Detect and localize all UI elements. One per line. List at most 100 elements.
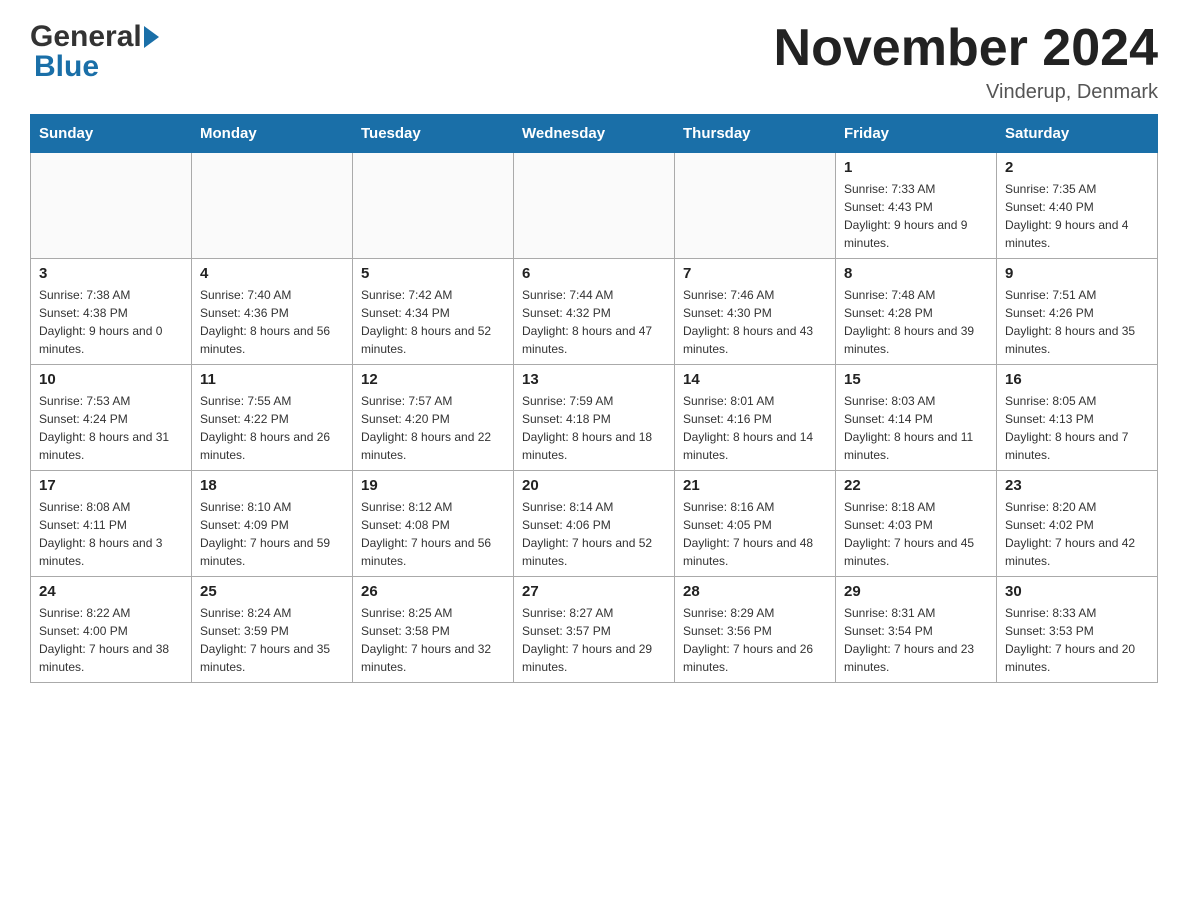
table-row: 5Sunrise: 7:42 AMSunset: 4:34 PMDaylight… bbox=[353, 259, 514, 365]
table-row: 25 Sunrise: 8:24 AMSunset: 3:59 PMDayligh… bbox=[192, 577, 353, 683]
table-row: 21 Sunrise: 8:16 AMSunset: 4:05 PMDayligh… bbox=[675, 471, 836, 577]
day-number: 14 bbox=[683, 371, 827, 388]
day-info: Sunrise: 8:20 AMSunset: 4:02 PMDaylight:… bbox=[1005, 498, 1149, 570]
day-number: 20 bbox=[522, 477, 666, 494]
day-info: Sunrise: 8:24 AMSunset: 3:59 PMDaylight:… bbox=[200, 604, 344, 676]
col-wednesday: Wednesday bbox=[514, 115, 675, 153]
day-info: Sunrise: 7:55 AMSunset: 4:22 PMDaylight:… bbox=[200, 392, 344, 464]
calendar-week-row: 1Sunrise: 7:33 AMSunset: 4:43 PMDaylight… bbox=[31, 153, 1158, 259]
location-text: Vinderup, Denmark bbox=[774, 81, 1158, 104]
table-row: 4 Sunrise: 7:40 AMSunset: 4:36 PMDaylight… bbox=[192, 259, 353, 365]
day-info: Sunrise: 8:29 AMSunset: 3:56 PMDaylight:… bbox=[683, 604, 827, 676]
table-row: 10 Sunrise: 7:53 AMSunset: 4:24 PMDayligh… bbox=[31, 365, 192, 471]
day-info: Sunrise: 7:57 AMSunset: 4:20 PMDaylight:… bbox=[361, 392, 505, 464]
day-info: Sunrise: 8:14 AMSunset: 4:06 PMDaylight:… bbox=[522, 498, 666, 570]
table-row: 19 Sunrise: 8:12 AMSunset: 4:08 PMDayligh… bbox=[353, 471, 514, 577]
day-number: 13 bbox=[522, 371, 666, 388]
day-info: Sunrise: 8:12 AMSunset: 4:08 PMDaylight:… bbox=[361, 498, 505, 570]
month-title: November 2024 bbox=[774, 20, 1158, 77]
day-number: 15 bbox=[844, 371, 988, 388]
table-row: 16 Sunrise: 8:05 AMSunset: 4:13 PMDayligh… bbox=[997, 365, 1158, 471]
day-info: Sunrise: 7:44 AMSunset: 4:32 PMDaylight:… bbox=[522, 286, 666, 358]
table-row: 30 Sunrise: 8:33 AMSunset: 3:53 PMDayligh… bbox=[997, 577, 1158, 683]
day-info: Sunrise: 8:05 AMSunset: 4:13 PMDaylight:… bbox=[1005, 392, 1149, 464]
day-info: Sunrise: 7:38 AMSunset: 4:38 PMDaylight:… bbox=[39, 286, 183, 358]
calendar-week-row: 24Sunrise: 8:22 AMSunset: 4:00 PMDayligh… bbox=[31, 577, 1158, 683]
logo-blue-text: Blue bbox=[34, 50, 99, 84]
day-info: Sunrise: 8:10 AMSunset: 4:09 PMDaylight:… bbox=[200, 498, 344, 570]
day-info: Sunrise: 8:25 AMSunset: 3:58 PMDaylight:… bbox=[361, 604, 505, 676]
day-number: 3 bbox=[39, 265, 183, 282]
day-number: 4 bbox=[200, 265, 344, 282]
title-area: November 2024 Vinderup, Denmark bbox=[774, 20, 1158, 104]
day-info: Sunrise: 7:51 AMSunset: 4:26 PMDaylight:… bbox=[1005, 286, 1149, 358]
day-info: Sunrise: 7:53 AMSunset: 4:24 PMDaylight:… bbox=[39, 392, 183, 464]
table-row: 3 Sunrise: 7:38 AMSunset: 4:38 PMDaylight… bbox=[31, 259, 192, 365]
page-header: General Blue November 2024 Vinderup, Den… bbox=[30, 20, 1158, 104]
table-row: 12 Sunrise: 7:57 AMSunset: 4:20 PMDayligh… bbox=[353, 365, 514, 471]
calendar-week-row: 3 Sunrise: 7:38 AMSunset: 4:38 PMDaylight… bbox=[31, 259, 1158, 365]
table-row: 20 Sunrise: 8:14 AMSunset: 4:06 PMDayligh… bbox=[514, 471, 675, 577]
day-number: 25 bbox=[200, 583, 344, 600]
col-monday: Monday bbox=[192, 115, 353, 153]
day-info: Sunrise: 8:08 AMSunset: 4:11 PMDaylight:… bbox=[39, 498, 183, 570]
day-number: 24 bbox=[39, 583, 183, 600]
day-number: 17 bbox=[39, 477, 183, 494]
day-number: 23 bbox=[1005, 477, 1149, 494]
day-number: 16 bbox=[1005, 371, 1149, 388]
calendar-week-row: 17 Sunrise: 8:08 AMSunset: 4:11 PMDayligh… bbox=[31, 471, 1158, 577]
table-row: 27Sunrise: 8:27 AMSunset: 3:57 PMDayligh… bbox=[514, 577, 675, 683]
table-row: 11Sunrise: 7:55 AMSunset: 4:22 PMDayligh… bbox=[192, 365, 353, 471]
table-row: 29 Sunrise: 8:31 AMSunset: 3:54 PMDayligh… bbox=[836, 577, 997, 683]
col-tuesday: Tuesday bbox=[353, 115, 514, 153]
table-row bbox=[514, 153, 675, 259]
day-info: Sunrise: 8:01 AMSunset: 4:16 PMDaylight:… bbox=[683, 392, 827, 464]
day-number: 12 bbox=[361, 371, 505, 388]
table-row bbox=[31, 153, 192, 259]
calendar-table: Sunday Monday Tuesday Wednesday Thursday… bbox=[30, 114, 1158, 683]
day-info: Sunrise: 8:03 AMSunset: 4:14 PMDaylight:… bbox=[844, 392, 988, 464]
table-row: 9 Sunrise: 7:51 AMSunset: 4:26 PMDaylight… bbox=[997, 259, 1158, 365]
col-sunday: Sunday bbox=[31, 115, 192, 153]
day-info: Sunrise: 7:48 AMSunset: 4:28 PMDaylight:… bbox=[844, 286, 988, 358]
day-info: Sunrise: 8:31 AMSunset: 3:54 PMDaylight:… bbox=[844, 604, 988, 676]
table-row: 13 Sunrise: 7:59 AMSunset: 4:18 PMDayligh… bbox=[514, 365, 675, 471]
col-friday: Friday bbox=[836, 115, 997, 153]
day-number: 10 bbox=[39, 371, 183, 388]
day-number: 21 bbox=[683, 477, 827, 494]
table-row: 22 Sunrise: 8:18 AMSunset: 4:03 PMDayligh… bbox=[836, 471, 997, 577]
table-row bbox=[675, 153, 836, 259]
day-info: Sunrise: 7:59 AMSunset: 4:18 PMDaylight:… bbox=[522, 392, 666, 464]
logo-triangle-icon bbox=[144, 26, 159, 48]
day-number: 30 bbox=[1005, 583, 1149, 600]
day-number: 9 bbox=[1005, 265, 1149, 282]
col-saturday: Saturday bbox=[997, 115, 1158, 153]
day-number: 5 bbox=[361, 265, 505, 282]
table-row: 6Sunrise: 7:44 AMSunset: 4:32 PMDaylight… bbox=[514, 259, 675, 365]
table-row: 17 Sunrise: 8:08 AMSunset: 4:11 PMDayligh… bbox=[31, 471, 192, 577]
day-info: Sunrise: 7:46 AMSunset: 4:30 PMDaylight:… bbox=[683, 286, 827, 358]
day-info: Sunrise: 8:16 AMSunset: 4:05 PMDaylight:… bbox=[683, 498, 827, 570]
calendar-week-row: 10 Sunrise: 7:53 AMSunset: 4:24 PMDayligh… bbox=[31, 365, 1158, 471]
table-row: 7 Sunrise: 7:46 AMSunset: 4:30 PMDaylight… bbox=[675, 259, 836, 365]
table-row: 8Sunrise: 7:48 AMSunset: 4:28 PMDaylight… bbox=[836, 259, 997, 365]
table-row: 23 Sunrise: 8:20 AMSunset: 4:02 PMDayligh… bbox=[997, 471, 1158, 577]
day-info: Sunrise: 7:35 AMSunset: 4:40 PMDaylight:… bbox=[1005, 180, 1149, 252]
day-number: 22 bbox=[844, 477, 988, 494]
calendar-header-row: Sunday Monday Tuesday Wednesday Thursday… bbox=[31, 115, 1158, 153]
table-row: 15 Sunrise: 8:03 AMSunset: 4:14 PMDayligh… bbox=[836, 365, 997, 471]
table-row: 18Sunrise: 8:10 AMSunset: 4:09 PMDayligh… bbox=[192, 471, 353, 577]
logo-general-text: General bbox=[30, 20, 142, 54]
day-info: Sunrise: 7:40 AMSunset: 4:36 PMDaylight:… bbox=[200, 286, 344, 358]
day-number: 29 bbox=[844, 583, 988, 600]
day-info: Sunrise: 8:27 AMSunset: 3:57 PMDaylight:… bbox=[522, 604, 666, 676]
day-number: 7 bbox=[683, 265, 827, 282]
day-info: Sunrise: 7:33 AMSunset: 4:43 PMDaylight:… bbox=[844, 180, 988, 252]
day-number: 2 bbox=[1005, 159, 1149, 176]
logo-area: General Blue bbox=[30, 20, 161, 84]
table-row bbox=[353, 153, 514, 259]
day-info: Sunrise: 8:18 AMSunset: 4:03 PMDaylight:… bbox=[844, 498, 988, 570]
day-number: 19 bbox=[361, 477, 505, 494]
day-info: Sunrise: 8:33 AMSunset: 3:53 PMDaylight:… bbox=[1005, 604, 1149, 676]
table-row: 24Sunrise: 8:22 AMSunset: 4:00 PMDayligh… bbox=[31, 577, 192, 683]
